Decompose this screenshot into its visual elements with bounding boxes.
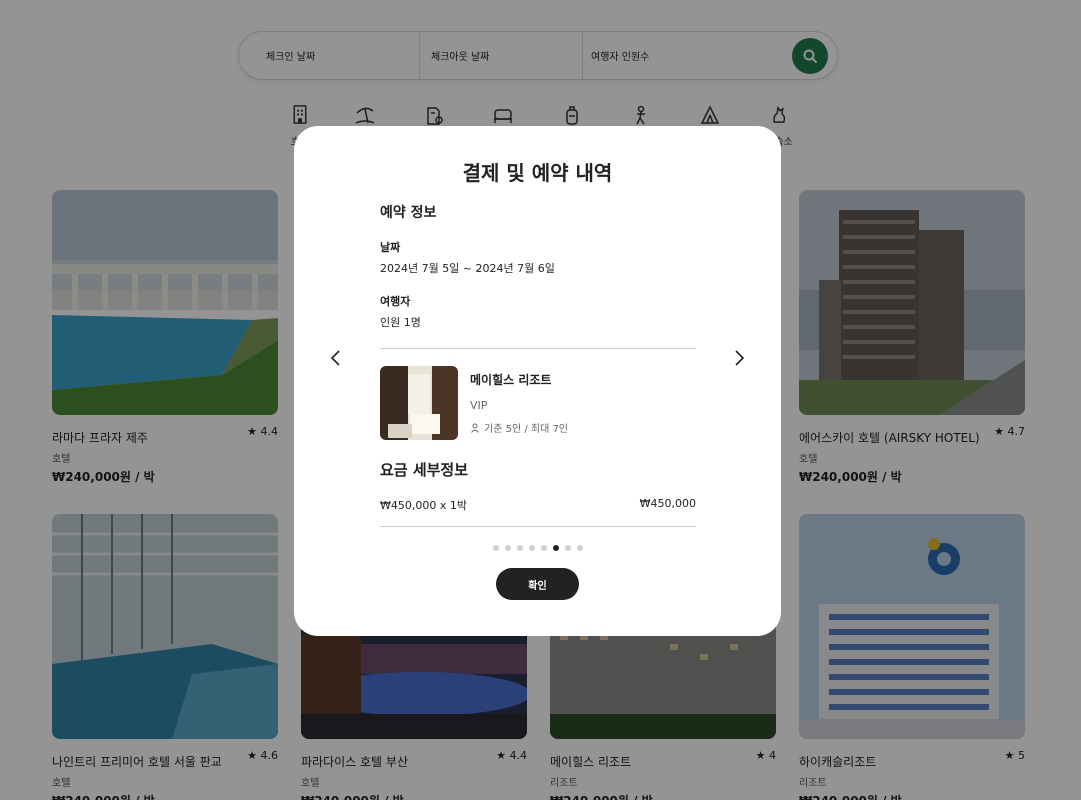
date-value: 2024년 7월 5일 ~ 2024년 7월 6일 (380, 262, 555, 275)
reservation-modal: 결제 및 예약 내역 예약 정보 날짜 2024년 7월 5일 ~ 2024년 … (294, 126, 781, 636)
pagination-dot[interactable] (577, 545, 583, 551)
pagination-dot[interactable] (541, 545, 547, 551)
price-line: ₩450,000 x 1박 ₩450,000 (380, 497, 696, 513)
pagination-dot[interactable] (505, 545, 511, 551)
chevron-left-icon[interactable] (326, 348, 346, 368)
person-icon (471, 423, 479, 433)
room-capacity: 기준 5인 / 최대 7인 (470, 420, 568, 435)
pagination-dot[interactable] (493, 545, 499, 551)
divider (380, 526, 696, 527)
modal-title: 결제 및 예약 내역 (462, 161, 613, 185)
reservation-info-title: 예약 정보 (380, 205, 437, 221)
guests-label: 여행자 (380, 295, 411, 308)
guests-value: 인원 1명 (380, 316, 421, 329)
price-description: ₩450,000 x 1박 (380, 499, 467, 512)
room-thumbnail (380, 366, 458, 440)
confirm-button[interactable]: 확인 (496, 568, 579, 600)
divider (380, 348, 696, 349)
room-grade: VIP (470, 399, 488, 412)
pagination-dots (493, 545, 583, 551)
date-label: 날짜 (380, 241, 401, 254)
fee-details-title: 요금 세부정보 (380, 461, 469, 479)
pagination-dot[interactable] (517, 545, 523, 551)
room-hotel-name: 메이힐스 리조트 (470, 373, 552, 387)
pagination-dot[interactable] (529, 545, 535, 551)
price-total: ₩450,000 (639, 497, 696, 510)
pagination-dot[interactable] (565, 545, 571, 551)
chevron-right-icon[interactable] (729, 348, 749, 368)
pagination-dot[interactable] (553, 545, 559, 551)
room-capacity-text: 기준 5인 / 최대 7인 (484, 424, 569, 435)
